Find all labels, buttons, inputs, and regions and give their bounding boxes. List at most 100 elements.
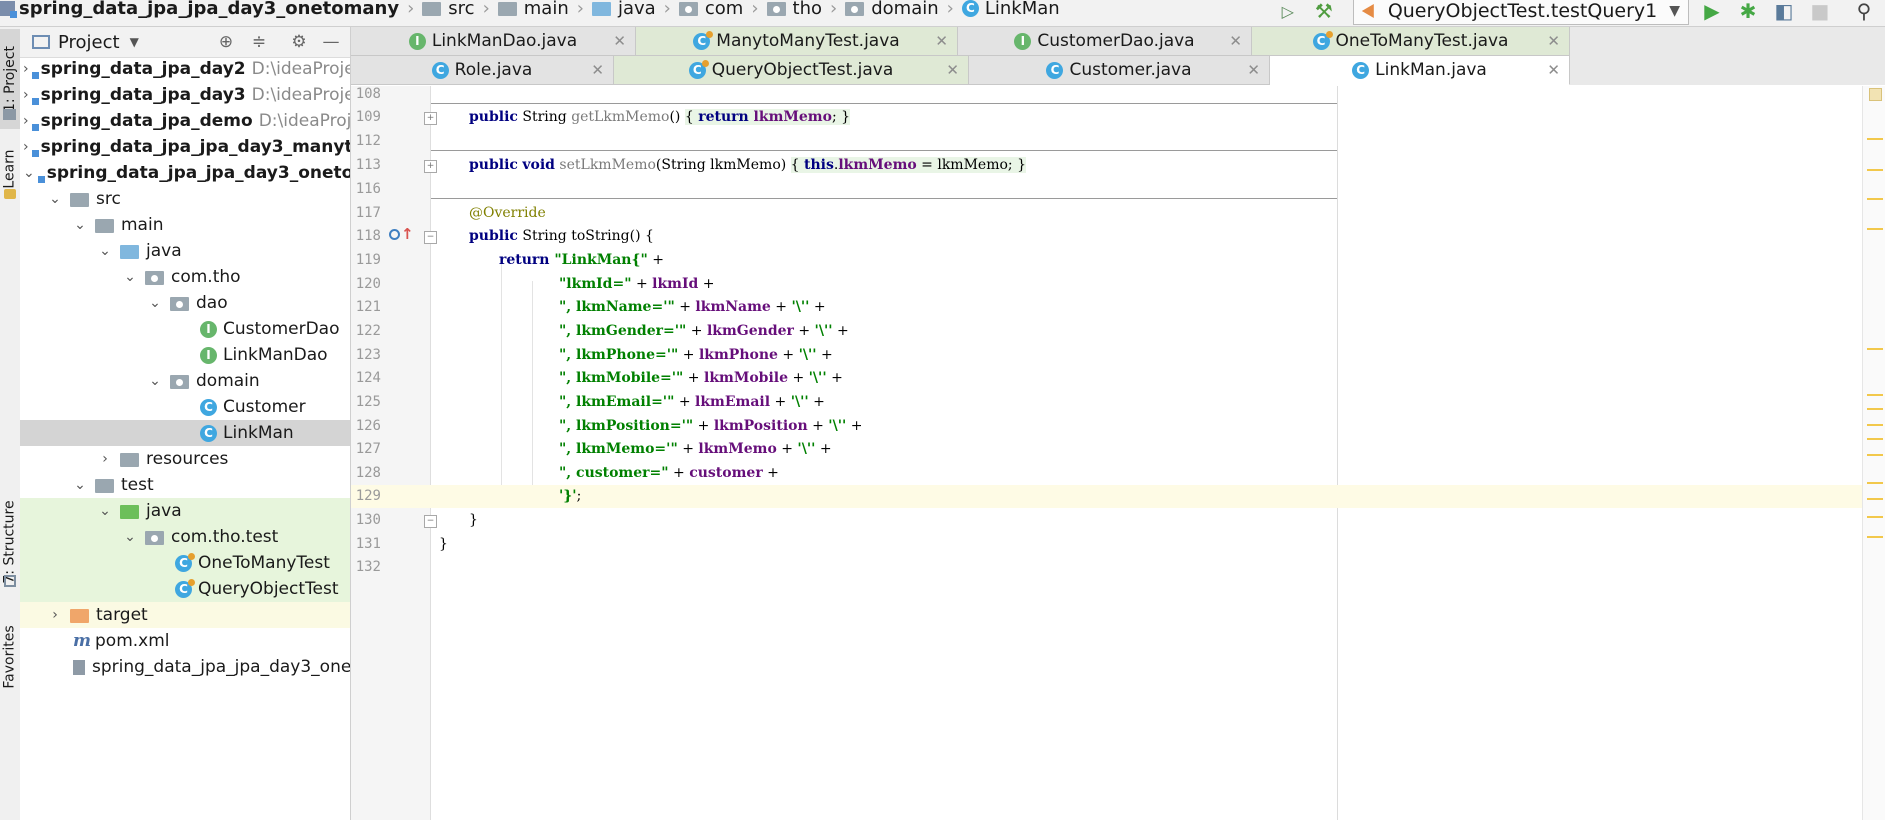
- code-editor[interactable]: 108 109 + public String getLkmMemo() { r…: [351, 86, 1885, 820]
- navigate-back-icon[interactable]: ▷: [1275, 0, 1301, 24]
- collapse-arrow-icon[interactable]: ⌄: [73, 217, 87, 233]
- collapse-all-icon[interactable]: ≑: [248, 31, 270, 53]
- inspection-status-icon[interactable]: [1869, 88, 1882, 101]
- collapse-arrow-icon[interactable]: ⌄: [23, 165, 35, 181]
- build-hammer-icon[interactable]: ⚒: [1311, 0, 1337, 24]
- folded-body[interactable]: { return lkmMemo; }: [684, 109, 851, 125]
- warning-marker[interactable]: [1867, 516, 1883, 518]
- warning-marker[interactable]: [1867, 498, 1883, 500]
- fold-expand-icon[interactable]: +: [424, 160, 437, 173]
- tree-item-module-manytomany[interactable]: › spring_data_jpa_jpa_day3_manytomany: [20, 134, 350, 160]
- warning-marker[interactable]: [1867, 228, 1883, 230]
- tab-manytomanytest[interactable]: C ManytoManyTest.java ✕: [636, 27, 958, 56]
- tab-queryobjecttest[interactable]: C QueryObjectTest.java ✕: [614, 56, 969, 85]
- fold-collapse-icon[interactable]: −: [424, 231, 437, 244]
- stop-icon[interactable]: ■: [1807, 0, 1833, 24]
- debug-icon[interactable]: ✱: [1735, 0, 1761, 24]
- tab-customerdao[interactable]: I CustomerDao.java ✕: [958, 27, 1252, 56]
- breadcrumb-domain[interactable]: domain: [845, 0, 939, 19]
- tree-item-main-java[interactable]: ⌄ java: [20, 238, 350, 264]
- fold-expand-icon[interactable]: +: [424, 112, 437, 125]
- warning-marker[interactable]: [1867, 394, 1883, 396]
- settings-gear-icon[interactable]: ⚙: [288, 31, 310, 53]
- collapse-arrow-icon[interactable]: ⌄: [148, 373, 162, 389]
- breadcrumb-linkman[interactable]: C LinkMan: [961, 0, 1060, 19]
- tree-item-module-demo[interactable]: › spring_data_jpa_demoD:\ideaProjectFi: [20, 108, 350, 134]
- locate-target-icon[interactable]: ⊕: [215, 31, 237, 53]
- expand-arrow-icon[interactable]: ›: [23, 87, 29, 103]
- close-icon[interactable]: ✕: [1547, 32, 1560, 50]
- override-marker-icon[interactable]: [389, 229, 400, 240]
- warning-marker[interactable]: [1867, 408, 1883, 410]
- error-stripe[interactable]: [1862, 86, 1885, 820]
- tree-item-onetomanytest[interactable]: C OneToManyTest: [20, 550, 350, 576]
- project-panel-title[interactable]: Project: [58, 32, 120, 53]
- collapse-arrow-icon[interactable]: ⌄: [98, 503, 112, 519]
- breadcrumb-main[interactable]: main: [497, 0, 569, 19]
- tree-item-linkman[interactable]: C LinkMan: [20, 420, 350, 446]
- tree-item-target[interactable]: › target: [20, 602, 350, 628]
- tree-item-resources[interactable]: › resources: [20, 446, 350, 472]
- close-icon[interactable]: ✕: [613, 32, 626, 50]
- breadcrumb-src[interactable]: src: [422, 0, 475, 19]
- tree-item-customer[interactable]: C Customer: [20, 394, 350, 420]
- tree-item-com-tho[interactable]: ⌄ com.tho: [20, 264, 350, 290]
- override-up-arrow-icon[interactable]: ↑: [401, 225, 414, 243]
- hide-panel-icon[interactable]: —: [320, 31, 342, 53]
- tree-item-pom[interactable]: m pom.xml: [20, 628, 350, 654]
- tree-item-customerdao[interactable]: I CustomerDao: [20, 316, 350, 342]
- tab-linkmandao[interactable]: I LinkManDao.java ✕: [351, 27, 636, 56]
- tree-item-main[interactable]: ⌄ main: [20, 212, 350, 238]
- tree-item-test[interactable]: ⌄ test: [20, 472, 350, 498]
- warning-marker[interactable]: [1867, 454, 1883, 456]
- warning-marker[interactable]: [1867, 198, 1883, 200]
- tree-item-linkmandao[interactable]: I LinkManDao: [20, 342, 350, 368]
- breadcrumb-tho[interactable]: tho: [766, 0, 822, 19]
- fold-end-icon[interactable]: −: [424, 515, 437, 528]
- tree-item-queryobjecttest[interactable]: C QueryObjectTest: [20, 576, 350, 602]
- coverage-icon[interactable]: ◧: [1771, 0, 1797, 24]
- tab-customer[interactable]: C Customer.java ✕: [969, 56, 1270, 85]
- collapse-arrow-icon[interactable]: ⌄: [123, 269, 137, 285]
- tab-role[interactable]: C Role.java ✕: [351, 56, 614, 85]
- tree-item-module-day2[interactable]: › spring_data_jpa_day2D:\ideaProjectFi: [20, 56, 350, 82]
- warning-marker[interactable]: [1867, 438, 1883, 440]
- tree-item-iml[interactable]: spring_data_jpa_jpa_day3_onetoma: [20, 654, 350, 680]
- run-icon[interactable]: ▶: [1699, 0, 1725, 24]
- close-icon[interactable]: ✕: [591, 61, 604, 79]
- collapse-arrow-icon[interactable]: ⌄: [48, 191, 62, 207]
- expand-arrow-icon[interactable]: ›: [23, 61, 29, 77]
- view-mode-dropdown-icon[interactable]: ▼: [130, 35, 139, 49]
- expand-arrow-icon[interactable]: ›: [23, 139, 29, 155]
- expand-arrow-icon[interactable]: ›: [98, 451, 112, 467]
- folded-body[interactable]: { this.lkmMemo = lkmMemo; }: [790, 157, 1026, 173]
- close-icon[interactable]: ✕: [1547, 61, 1560, 79]
- tree-item-src[interactable]: ⌄ src: [20, 186, 350, 212]
- close-icon[interactable]: ✕: [1247, 61, 1260, 79]
- collapse-arrow-icon[interactable]: ⌄: [73, 477, 87, 493]
- run-configuration-select[interactable]: QueryObjectTest.testQuery1 ▼: [1352, 0, 1689, 25]
- tab-onetomanytest[interactable]: C OneToManyTest.java ✕: [1252, 27, 1570, 56]
- breadcrumb-module[interactable]: spring_data_jpa_jpa_day3_onetomany: [0, 0, 399, 19]
- warning-marker[interactable]: [1867, 138, 1883, 140]
- breadcrumb-java[interactable]: java: [591, 0, 656, 19]
- tree-item-test-java[interactable]: ⌄ java: [20, 498, 350, 524]
- collapse-arrow-icon[interactable]: ⌄: [148, 295, 162, 311]
- tree-item-domain[interactable]: ⌄ domain: [20, 368, 350, 394]
- collapse-arrow-icon[interactable]: ⌄: [98, 243, 112, 259]
- expand-arrow-icon[interactable]: ›: [48, 607, 62, 623]
- favorites-tool-tab[interactable]: Favorites: [0, 612, 20, 702]
- tree-item-com-tho-test[interactable]: ⌄ com.tho.test: [20, 524, 350, 550]
- warning-marker[interactable]: [1867, 482, 1883, 484]
- close-icon[interactable]: ✕: [1229, 32, 1242, 50]
- warning-marker[interactable]: [1867, 424, 1883, 426]
- search-icon[interactable]: ⚲: [1851, 0, 1877, 24]
- expand-arrow-icon[interactable]: ›: [23, 113, 29, 129]
- close-icon[interactable]: ✕: [946, 61, 959, 79]
- close-icon[interactable]: ✕: [935, 32, 948, 50]
- warning-marker[interactable]: [1867, 536, 1883, 538]
- tree-item-module-onetomany[interactable]: ⌄ spring_data_jpa_jpa_day3_onetomany: [20, 160, 350, 186]
- warning-marker[interactable]: [1867, 348, 1883, 350]
- warning-marker[interactable]: [1867, 169, 1883, 171]
- tree-item-module-day3[interactable]: › spring_data_jpa_day3D:\ideaProjectFi: [20, 82, 350, 108]
